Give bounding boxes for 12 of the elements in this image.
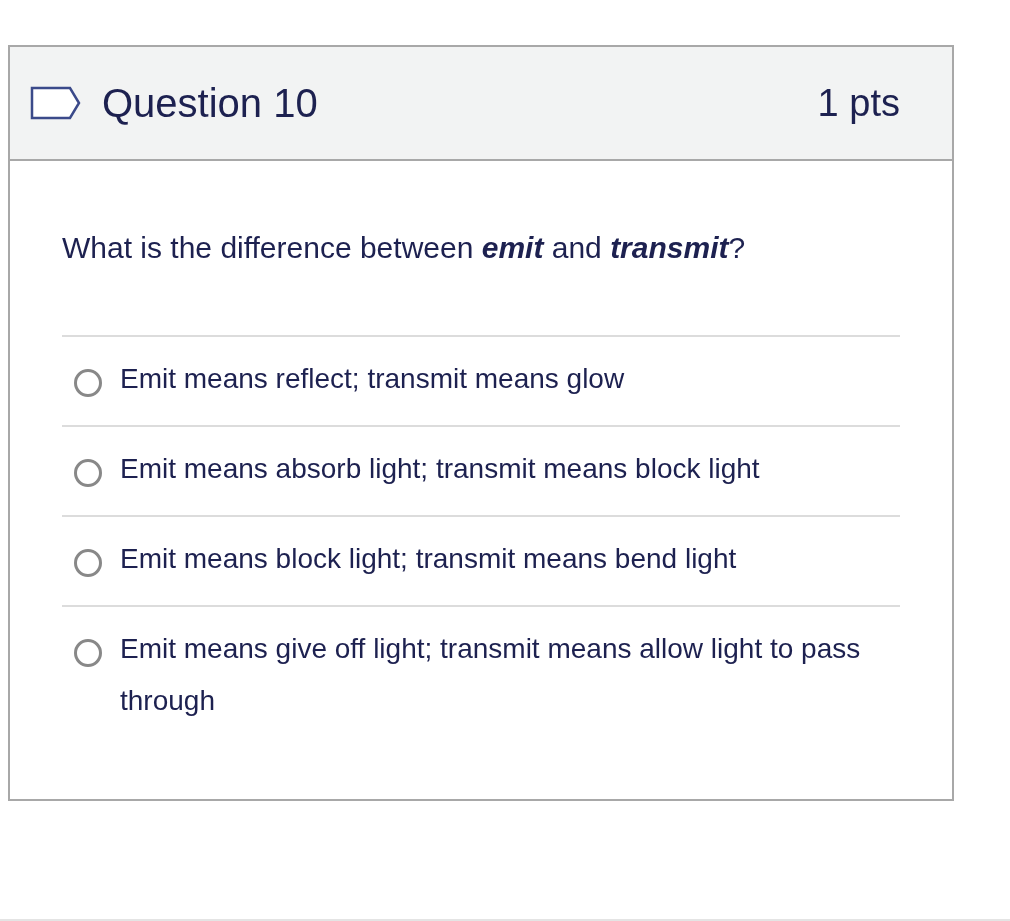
- radio-button[interactable]: [74, 639, 102, 667]
- answer-label[interactable]: Emit means reflect; transmit means glow: [120, 353, 625, 405]
- radio-button[interactable]: [74, 549, 102, 577]
- question-title: Question 10: [102, 80, 319, 126]
- radio-button[interactable]: [74, 369, 102, 397]
- answer-label[interactable]: Emit means give off light; transmit means allow light to pass through: [120, 623, 880, 727]
- flag-icon[interactable]: [30, 86, 82, 120]
- question-text: What is the difference between emit and transmit?: [62, 231, 747, 265]
- radio-button[interactable]: [74, 459, 102, 487]
- answer-label[interactable]: Emit means block light; transmit means bend light: [120, 533, 737, 585]
- answer-label[interactable]: Emit means absorb light; transmit means block light: [120, 443, 760, 495]
- points-label: 1 pts: [817, 81, 900, 125]
